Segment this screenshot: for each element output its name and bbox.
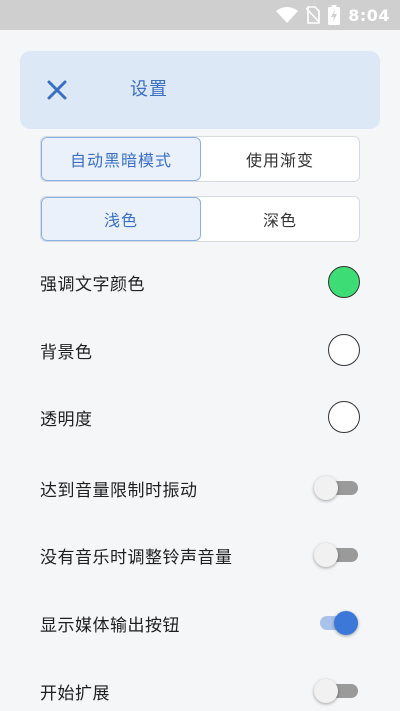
toggle-thumb: [314, 543, 338, 567]
setting-label: 透明度: [40, 409, 93, 430]
option-auto-dark-mode[interactable]: 自动黑暗模式: [41, 137, 201, 181]
option-light-theme[interactable]: 浅色: [41, 197, 201, 241]
close-icon: [47, 80, 67, 100]
setting-row-vibrate-at-volume-limit[interactable]: 达到音量限制时振动: [40, 468, 360, 508]
battery-charging-icon: [328, 5, 341, 25]
background-color-swatch[interactable]: [328, 334, 360, 366]
accent-color-swatch[interactable]: [328, 266, 360, 298]
no-sim-icon: [306, 6, 321, 24]
mode-segmented-control: 自动黑暗模式 使用渐变: [40, 136, 360, 182]
setting-label: 背景色: [40, 342, 93, 363]
toggle-thumb: [334, 611, 358, 635]
theme-segmented-control: 浅色 深色: [40, 196, 360, 242]
status-time: 8:04: [348, 5, 390, 25]
transparency-swatch[interactable]: [328, 401, 360, 433]
setting-label: 显示媒体输出按钮: [40, 615, 180, 636]
setting-row-transparency[interactable]: 透明度: [40, 397, 360, 437]
status-bar: 8:04: [0, 0, 400, 30]
option-dark-theme[interactable]: 深色: [201, 197, 359, 241]
setting-label: 达到音量限制时振动: [40, 480, 198, 501]
page-title: 设置: [130, 79, 168, 100]
wifi-icon: [276, 7, 299, 23]
setting-row-media-output-button[interactable]: 显示媒体输出按钮: [40, 603, 360, 643]
setting-label: 开始扩展: [40, 683, 110, 704]
setting-label: 没有音乐时调整铃声音量: [40, 547, 233, 568]
settings-header: 设置: [20, 51, 380, 129]
setting-row-start-expanded[interactable]: 开始扩展: [40, 671, 360, 711]
close-button[interactable]: [44, 77, 70, 103]
setting-row-ringtone-volume[interactable]: 没有音乐时调整铃声音量: [40, 535, 360, 575]
settings-page: 设置 自动黑暗模式 使用渐变 浅色 深色 强调文字颜色 背景色 透明度 达到音量…: [0, 30, 400, 711]
media-output-toggle[interactable]: [314, 611, 360, 635]
toggle-thumb: [314, 679, 338, 703]
start-expanded-toggle[interactable]: [314, 679, 360, 703]
ringtone-volume-toggle[interactable]: [314, 543, 360, 567]
setting-label: 强调文字颜色: [40, 274, 145, 295]
option-use-gradient[interactable]: 使用渐变: [201, 137, 359, 181]
setting-row-background-color[interactable]: 背景色: [40, 330, 360, 370]
vibrate-toggle[interactable]: [314, 476, 360, 500]
toggle-thumb: [314, 476, 338, 500]
setting-row-accent-color[interactable]: 强调文字颜色: [40, 262, 360, 302]
